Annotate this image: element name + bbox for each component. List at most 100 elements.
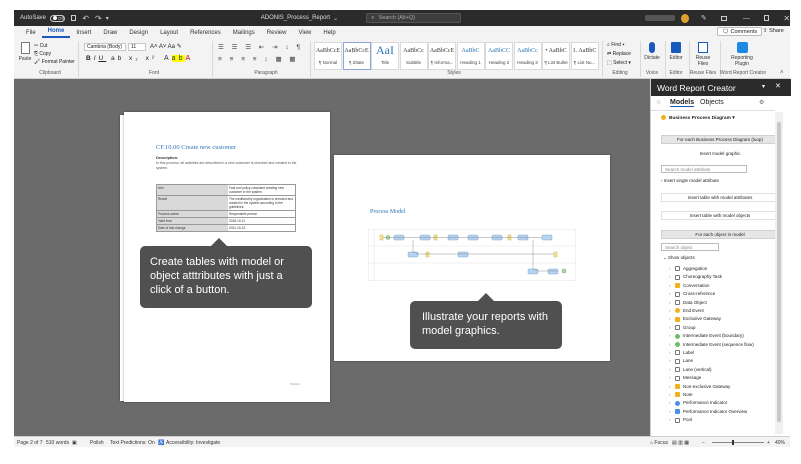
tab-file[interactable]: File [20, 30, 42, 38]
settings-icon[interactable]: ⚙ [759, 99, 764, 106]
search-model-attribute-input[interactable]: Search model attribute [661, 165, 747, 173]
comments-button[interactable]: 🗨 Comments [717, 27, 763, 36]
zoom-slider-handle[interactable] [732, 440, 734, 445]
tree-item[interactable]: › Pool [669, 416, 692, 423]
view-buttons[interactable]: ▤ ▥ ▦ [672, 440, 689, 446]
tab-design[interactable]: Design [123, 30, 154, 38]
restore-icon[interactable] [763, 15, 770, 21]
document-canvas[interactable]: CF.10.00 Create new customer Description… [14, 79, 650, 436]
foreach-object-button[interactable]: For each object in model [661, 230, 779, 239]
ribbon-display-icon[interactable] [720, 15, 727, 21]
proofing-icon[interactable]: ▣ [72, 440, 77, 446]
font-format-buttons[interactable]: BIU ab x₂ x² [86, 55, 157, 62]
foreach-model-button[interactable]: For each Business Process Diagram (loop) [661, 135, 779, 144]
redo-icon[interactable]: ↷ [95, 14, 102, 23]
style-7[interactable]: AaBbCc Heading 3 [513, 42, 542, 70]
tree-item[interactable]: › Group [669, 324, 696, 331]
page-count[interactable]: Page 2 of 7 [17, 440, 43, 446]
pane-scrollbar-thumb[interactable] [777, 122, 781, 422]
copy-button[interactable]: ⎘ Copy [34, 50, 75, 58]
style-5[interactable]: AaBbC Heading 1 [456, 42, 485, 70]
font-family-select[interactable]: Cambria (Body) [84, 43, 126, 51]
tree-item[interactable]: › Lane [669, 357, 693, 364]
search-box[interactable]: ⌕ Search (Alt+Q) [366, 13, 462, 23]
tree-item[interactable]: › Performance Indicator [669, 399, 727, 406]
tab-objects[interactable]: Objects [700, 99, 724, 106]
tab-references[interactable]: References [184, 30, 227, 38]
tab-help[interactable]: Help [317, 30, 341, 38]
style-6[interactable]: AaBbCC Heading 2 [485, 42, 513, 70]
star-icon[interactable]: ☆ [656, 99, 661, 106]
tree-item[interactable]: › Conversation [669, 282, 710, 289]
collapse-ribbon-icon[interactable]: ˄ [780, 70, 784, 76]
cut-button[interactable]: ✂ Cut [34, 42, 75, 50]
tree-item[interactable]: › Lane (vertical) [669, 366, 712, 373]
tree-item[interactable]: › Label [669, 349, 694, 356]
tab-home[interactable]: Home [41, 28, 71, 38]
pane-options-icon[interactable]: ▾ [762, 83, 765, 90]
pane-close-icon[interactable]: ✕ [775, 82, 781, 90]
tab-mailings[interactable]: Mailings [227, 30, 261, 38]
tree-item[interactable]: › Choreography Task [669, 273, 722, 280]
model-type-select[interactable]: Business Process Diagram ▾ [661, 115, 735, 121]
close-icon[interactable]: ✕ [783, 14, 790, 23]
tab-view[interactable]: View [292, 30, 317, 38]
zoom-level[interactable]: 40% [775, 440, 785, 446]
paste-button[interactable]: Paste [18, 42, 32, 62]
style-8[interactable]: • AaBbC ¶ List Bullet [542, 42, 570, 70]
format-painter-button[interactable]: 🖌 Format Painter [34, 58, 75, 66]
find-button[interactable]: ⌕ Find ▾ [607, 41, 631, 50]
reporting-plugin-button[interactable]: Reporting Plugin [722, 42, 762, 67]
zoom-in-button[interactable]: + [767, 440, 770, 446]
style-1[interactable]: AaBbCcE ¶ Zitate [342, 42, 371, 70]
pen-icon[interactable]: ✎ [701, 14, 707, 22]
save-icon[interactable] [70, 15, 77, 21]
tree-item[interactable]: › Data Object [669, 299, 707, 306]
tree-item[interactable]: › Intermediate Event (boundary) [669, 332, 744, 339]
tab-layout[interactable]: Layout [154, 30, 184, 38]
style-3[interactable]: AaBbCc Subtitle [399, 42, 428, 70]
tree-item[interactable]: › Aggregation [669, 265, 707, 272]
customize-toolbar-icon[interactable]: ▾ [106, 15, 109, 22]
document-title[interactable]: ADONIS_Process_Report [261, 15, 330, 21]
pane-scrollbar[interactable] [775, 112, 783, 434]
focus-button[interactable]: ⌂ Focus [650, 440, 668, 446]
tree-item[interactable]: › Note [669, 391, 693, 398]
style-4[interactable]: AaBbCcE ¶ Informa... [428, 42, 456, 70]
replace-button[interactable]: ⇄ Replace [607, 50, 631, 59]
reuse-files-button[interactable]: Reuse Files [690, 42, 716, 67]
word-count[interactable]: 510 words [46, 440, 69, 446]
tree-item[interactable]: › Message [669, 374, 701, 381]
insert-single-attribute-toggle[interactable]: › Insert single model attribute [661, 178, 719, 183]
style-9[interactable]: 1. AaBbC ¶ List Nu... [570, 42, 599, 70]
tab-models[interactable]: Models [670, 99, 695, 107]
tree-item[interactable]: › Intermediate Event (sequence flow) [669, 341, 754, 348]
tree-item[interactable]: › End Event [669, 307, 704, 314]
font-color-buttons[interactable]: AabA [164, 55, 193, 62]
insert-table-model-attributes-button[interactable]: Insert table with model attributes [661, 193, 779, 202]
insert-table-model-objects-button[interactable]: Insert table with model objects [661, 211, 779, 220]
text-predictions[interactable]: Text Predictions: On [110, 440, 155, 446]
editor-button[interactable]: Editor [666, 42, 686, 61]
avatar[interactable] [681, 13, 689, 23]
grow-shrink-font[interactable]: A˄ A˅ Aa ✎ [150, 43, 182, 50]
style-0[interactable]: AaBbCcE ¶ Normal [314, 42, 342, 70]
tab-review[interactable]: Review [261, 30, 293, 38]
tab-draw[interactable]: Draw [97, 30, 123, 38]
accessibility-status[interactable]: Accessibility: Investigate [166, 440, 220, 446]
autosave-toggle[interactable]: Off [50, 14, 65, 22]
select-button[interactable]: ⬚ Select ▾ [607, 59, 631, 68]
font-size-select[interactable]: 11 [128, 43, 146, 51]
tree-item[interactable]: › Non-exclusive Gateway [669, 383, 730, 390]
tree-item[interactable]: › Cross-reference [669, 290, 715, 297]
list-buttons[interactable]: ☰ ☰ ☰ ⇤ ⇥ ↕ ¶ [218, 43, 303, 51]
insert-model-graphic-button[interactable]: Insert model graphic [661, 149, 779, 158]
dictate-button[interactable]: Dictate [642, 42, 662, 61]
alignment-buttons[interactable]: ≡ ≡ ≡ ≡ ↕ ▦ ▦ [218, 55, 299, 63]
zoom-slider[interactable] [712, 440, 764, 445]
tree-item[interactable]: › Exclusive Gateway [669, 315, 721, 322]
zoom-out-button[interactable]: − [702, 440, 705, 446]
share-button[interactable]: ⇪ Share [759, 27, 788, 36]
tab-insert[interactable]: Insert [70, 30, 97, 38]
minimize-icon[interactable]: — [743, 15, 750, 22]
